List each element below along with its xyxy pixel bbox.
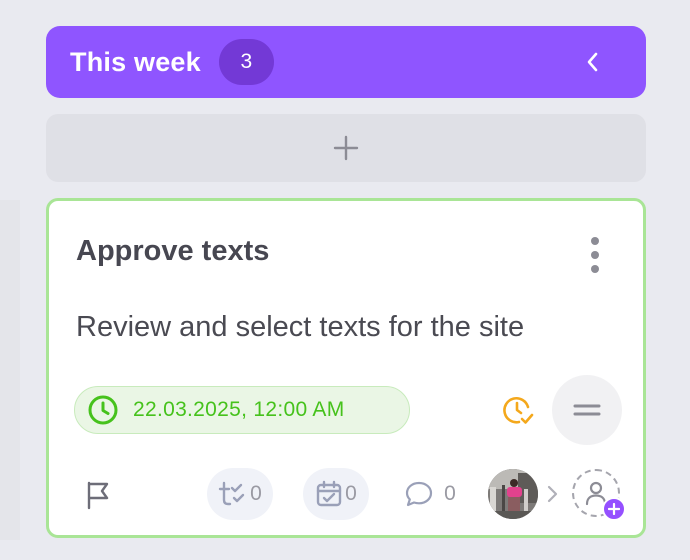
user-photo (488, 469, 538, 519)
calendar-counter[interactable]: 0 (303, 468, 369, 520)
comments-count: 0 (444, 482, 456, 505)
column-title: This week (70, 46, 201, 77)
comment-icon (406, 481, 433, 507)
flag-icon[interactable] (85, 480, 113, 510)
clock-check-icon[interactable] (501, 393, 535, 427)
priority-medium-icon (573, 404, 601, 416)
task-title: Approve texts (76, 235, 270, 267)
add-assignee-button[interactable] (572, 469, 626, 521)
clock-icon (88, 395, 118, 425)
subtasks-counter[interactable]: 0 (207, 468, 273, 520)
task-card[interactable]: Approve texts Review and select texts fo… (46, 198, 646, 538)
comments-counter[interactable]: 0 (397, 468, 463, 520)
subtasks-icon (218, 481, 245, 506)
chevron-left-icon (587, 52, 598, 72)
assignee-avatar[interactable] (488, 469, 538, 519)
calendar-check-icon (316, 480, 342, 507)
collapse-column-button[interactable] (578, 48, 606, 76)
kebab-menu-icon[interactable] (585, 237, 605, 273)
due-date-chip[interactable]: 22.03.2025, 12:00 AM (74, 386, 410, 434)
due-date-text: 22.03.2025, 12:00 AM (133, 398, 345, 421)
add-user-icon (602, 497, 626, 521)
chevron-right-icon (547, 485, 558, 503)
task-description: Review and select texts for the site (76, 311, 525, 343)
calendar-count: 0 (345, 482, 357, 505)
column-header: This week 3 (46, 26, 646, 98)
priority-button[interactable] (552, 375, 622, 445)
task-count-badge: 3 (218, 39, 274, 85)
adjacent-column-edge (0, 200, 20, 540)
add-task-button[interactable] (46, 114, 646, 182)
subtasks-count: 0 (250, 482, 262, 505)
plus-icon (333, 135, 359, 161)
